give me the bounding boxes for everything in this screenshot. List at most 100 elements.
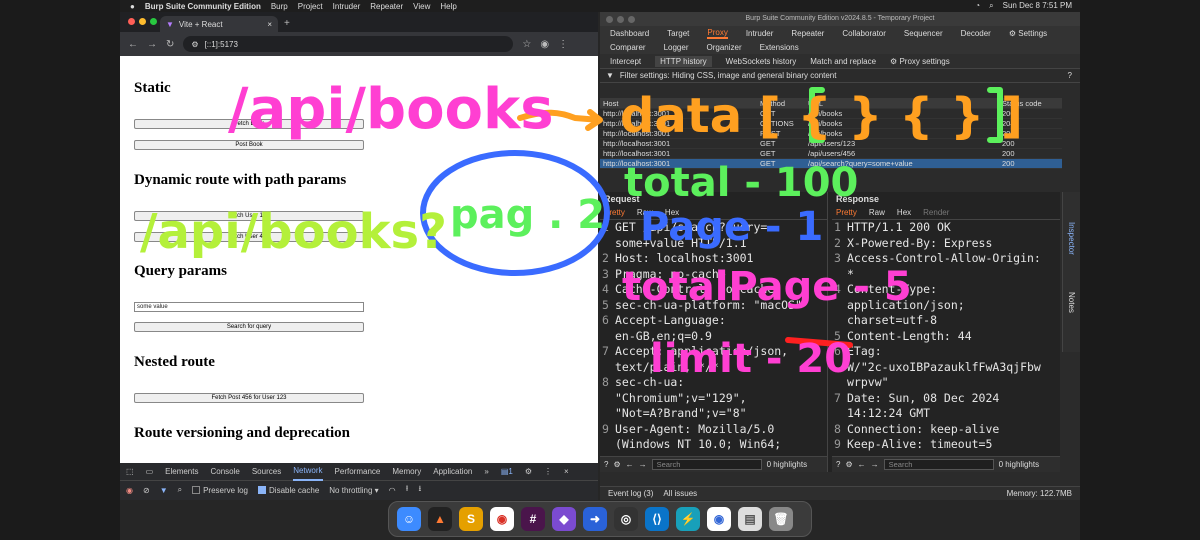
back-icon[interactable]: ← <box>128 39 138 50</box>
subtab-match-replace[interactable]: Match and replace <box>810 57 876 66</box>
devtools-tab-network[interactable]: Network <box>293 463 323 481</box>
bookmark-icon[interactable]: ☆ <box>522 39 531 50</box>
download-icon[interactable]: ⭳ <box>418 483 421 497</box>
migration-icon[interactable]: ➜ <box>583 507 607 531</box>
tab-extensions[interactable]: Extensions <box>760 43 799 52</box>
response-editor[interactable]: 1 HTTP/1.1 200 OK 2 X-Powered-By: Express 3 A… <box>832 220 1060 453</box>
zoom-dot[interactable] <box>150 18 157 25</box>
upload-icon[interactable]: ⭱ <box>406 483 409 497</box>
resp-tab-pretty[interactable]: Pretty <box>836 208 857 217</box>
browser-tab[interactable]: ▼ Vite + React × <box>160 16 278 32</box>
more-icon[interactable]: ⋮ <box>558 39 568 50</box>
gear-icon[interactable]: ⚙ <box>845 460 852 469</box>
tab-sequencer[interactable]: Sequencer <box>904 29 943 38</box>
notes-tab[interactable]: Notes <box>1067 292 1076 313</box>
help-icon[interactable]: ? <box>1068 71 1080 80</box>
table-row[interactable]: http://localhost:3001 GET/api/users/456 20… <box>600 149 1062 159</box>
filter-bar[interactable]: ▼ Filter settings: Hiding CSS, image and… <box>600 69 1080 83</box>
inspect-icon[interactable]: ⬚ <box>126 467 134 476</box>
tab-decoder[interactable]: Decoder <box>961 29 991 38</box>
request-search-input[interactable]: Search <box>651 459 762 470</box>
site-info-icon[interactable]: ⚙ <box>191 40 198 49</box>
forward-icon[interactable]: → <box>639 460 647 469</box>
wifi-icon[interactable]: ◠ <box>389 486 396 495</box>
preserve-log-checkbox[interactable]: Preserve log <box>192 486 248 495</box>
search-button[interactable]: Search for query <box>134 322 364 332</box>
more-tabs-icon[interactable]: » <box>484 467 488 476</box>
table-row[interactable]: http://localhost:3001 GET/api/users/123 20… <box>600 139 1062 149</box>
fetch-user-123-button[interactable]: Fetch User 123 <box>134 211 364 221</box>
kebab-icon[interactable]: ⋮ <box>544 467 552 476</box>
resp-tab-raw[interactable]: Raw <box>869 208 885 217</box>
search-icon[interactable]: ⌕ <box>178 485 182 495</box>
query-input[interactable]: some value <box>134 302 364 312</box>
menu-help[interactable]: Help <box>440 2 456 11</box>
tab-proxy[interactable]: Proxy <box>707 28 728 39</box>
event-log-link[interactable]: Event log (3) <box>608 489 653 498</box>
back-icon[interactable]: ← <box>626 460 634 469</box>
menu-burp[interactable]: Burp <box>271 2 288 11</box>
tab-logger[interactable]: Logger <box>664 43 689 52</box>
gear-icon[interactable]: ⚙ <box>613 460 620 469</box>
profile-icon[interactable]: ◉ <box>540 39 549 50</box>
devtools-tab-elements[interactable]: Elements <box>165 467 198 476</box>
document-icon[interactable]: ▤ <box>738 507 762 531</box>
req-tab-raw[interactable]: Raw <box>637 208 653 217</box>
minimize-dot[interactable] <box>139 18 146 25</box>
post-book-button[interactable]: Post Book <box>134 140 364 150</box>
subtab-proxy-settings[interactable]: ⚙ Proxy settings <box>890 57 950 66</box>
all-issues-link[interactable]: All issues <box>663 489 697 498</box>
trash-icon[interactable]: 🗑 <box>769 507 793 531</box>
obsidian-icon[interactable]: ◆ <box>552 507 576 531</box>
col-host[interactable]: Host <box>600 99 760 108</box>
devtools-tab-performance[interactable]: Performance <box>335 467 381 476</box>
req-tab-hex[interactable]: Hex <box>665 208 679 217</box>
col-url[interactable]: URL <box>808 99 1002 108</box>
devtools-tab-sources[interactable]: Sources <box>252 467 281 476</box>
table-row-selected[interactable]: http://localhost:3001 GET/api/search?quer… <box>600 159 1062 169</box>
request-editor[interactable]: 1 GET /api/search?query= some+value HTTP/1… <box>600 220 827 453</box>
close-dot[interactable] <box>606 16 613 23</box>
subtab-intercept[interactable]: Intercept <box>610 57 641 66</box>
forward-icon[interactable]: → <box>871 460 879 469</box>
menu-repeater[interactable]: Repeater <box>370 2 403 11</box>
device-icon[interactable]: ▭ <box>146 467 154 476</box>
tab-target[interactable]: Target <box>667 29 689 38</box>
menu-project[interactable]: Project <box>298 2 323 11</box>
menubar-app-name[interactable]: Burp Suite Community Edition <box>145 2 261 11</box>
close-icon[interactable]: × <box>267 20 272 29</box>
record-icon[interactable]: ◉ <box>126 486 133 495</box>
settings-icon[interactable]: ⚙ <box>525 467 532 476</box>
tab-repeater[interactable]: Repeater <box>791 29 824 38</box>
help-icon[interactable]: ? <box>836 460 840 469</box>
search-icon[interactable]: ⌕ <box>989 1 993 11</box>
apple-icon[interactable]: ● <box>130 2 135 11</box>
help-icon[interactable]: ? <box>604 460 608 469</box>
new-tab-icon[interactable]: + <box>284 18 290 29</box>
tab-dashboard[interactable]: Dashboard <box>610 29 649 38</box>
minimize-dot[interactable] <box>617 16 624 23</box>
slack-icon[interactable]: # <box>521 507 545 531</box>
throttling-select[interactable]: No throttling ▾ <box>329 486 378 495</box>
zoom-dot[interactable] <box>628 16 635 23</box>
wifi-icon[interactable]: ◔ <box>975 1 980 11</box>
close-icon[interactable]: × <box>564 467 569 476</box>
tab-organizer[interactable]: Organizer <box>707 43 742 52</box>
devtools-tab-console[interactable]: Console <box>210 467 239 476</box>
tab-comparer[interactable]: Comparer <box>610 43 646 52</box>
chrome-canary-icon[interactable]: ◉ <box>707 507 731 531</box>
menu-view[interactable]: View <box>413 2 430 11</box>
chrome-icon[interactable]: ◉ <box>490 507 514 531</box>
tab-settings[interactable]: ⚙ Settings <box>1009 29 1047 38</box>
subtab-websockets-history[interactable]: WebSockets history <box>726 57 797 66</box>
burp-app-icon[interactable]: ▲ <box>428 507 452 531</box>
vscode-icon[interactable]: ⟨⟩ <box>645 507 669 531</box>
forward-icon[interactable]: → <box>147 39 157 50</box>
disable-cache-checkbox[interactable]: Disable cache <box>258 486 319 495</box>
devtools-tab-application[interactable]: Application <box>433 467 472 476</box>
fetch-nested-button[interactable]: Fetch Post 456 for User 123 <box>134 393 364 403</box>
reload-icon[interactable]: ↻ <box>166 39 174 50</box>
col-method[interactable]: Method <box>760 99 808 108</box>
issues-badge[interactable]: ▤1 <box>501 467 513 476</box>
table-row[interactable]: http://localhost:3001 OPTIONS/api/books 20… <box>600 119 1062 129</box>
